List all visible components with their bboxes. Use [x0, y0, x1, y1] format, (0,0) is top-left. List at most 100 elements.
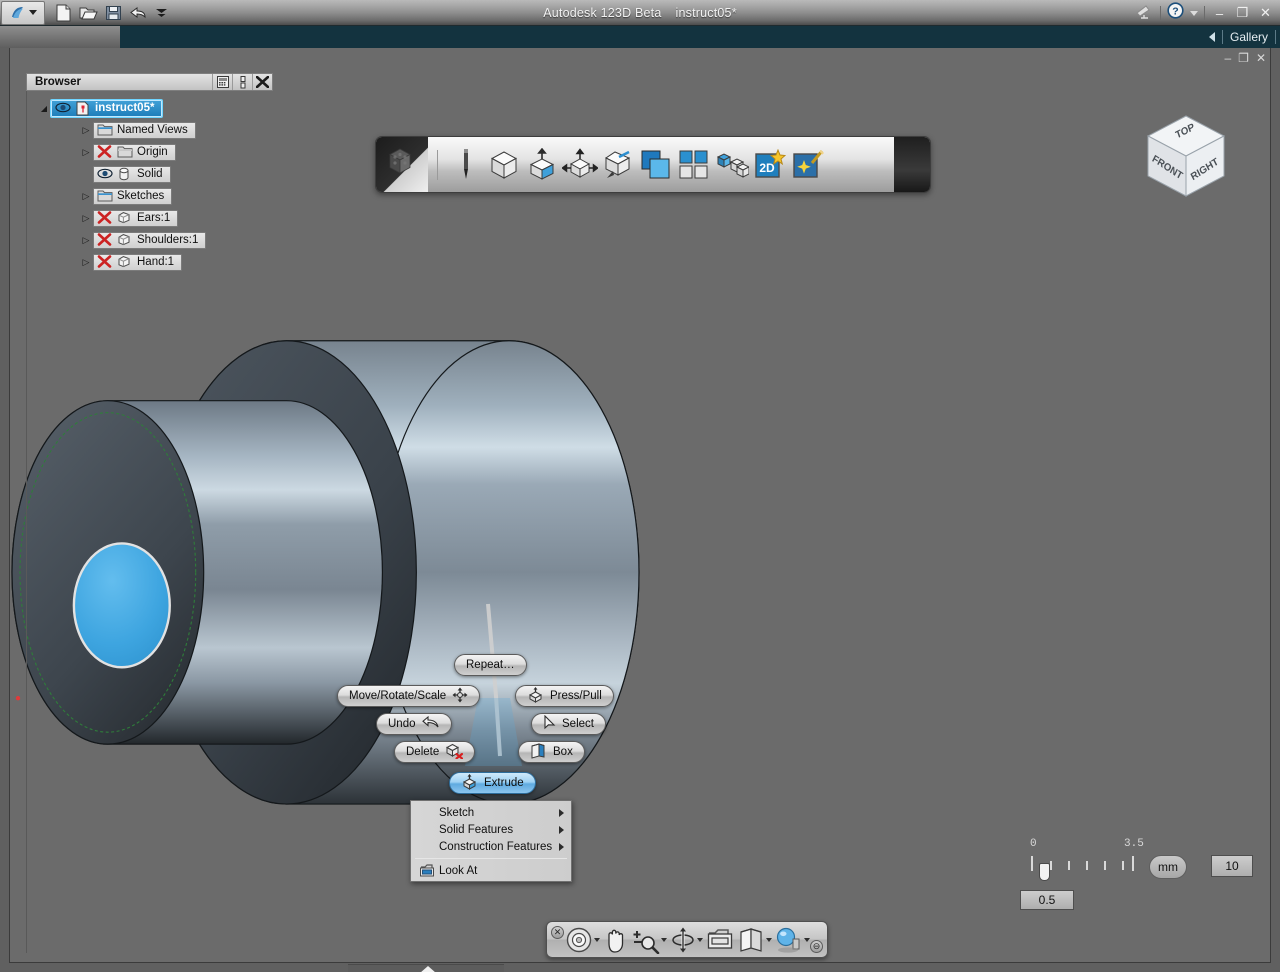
- 123d-cube-logo-icon[interactable]: [384, 146, 416, 183]
- minimize-button[interactable]: –: [1211, 6, 1228, 21]
- close-button[interactable]: ✕: [1257, 5, 1274, 21]
- open-icon[interactable]: [79, 4, 98, 22]
- tree-node-named-views[interactable]: ▷ Named Views: [27, 119, 273, 141]
- scale-value-field[interactable]: 0.5: [1020, 890, 1074, 910]
- construct-extrude-tool[interactable]: [523, 145, 561, 185]
- help-icon[interactable]: ?: [1167, 2, 1184, 24]
- sketch-tool[interactable]: [447, 145, 485, 185]
- steering-wheel-tool[interactable]: [565, 926, 600, 954]
- eye-visible-icon[interactable]: [97, 167, 113, 182]
- tree-node-sketches[interactable]: ▷ Sketches: [27, 185, 273, 207]
- marking-menu-item-select[interactable]: Select: [531, 713, 606, 735]
- assemble-tool[interactable]: [713, 145, 751, 185]
- marking-menu-item-delete[interactable]: Delete: [394, 741, 476, 763]
- context-menu-item-solid-features[interactable]: Solid Features: [411, 821, 571, 838]
- tree-chip[interactable]: Hand:1: [93, 253, 183, 271]
- marking-menu-item-undo[interactable]: Undo: [376, 713, 452, 735]
- marking-menu-item-box[interactable]: Box: [518, 741, 585, 763]
- satellite-icon[interactable]: [1135, 2, 1154, 24]
- marking-menu-item-press-pull[interactable]: Press/Pull: [515, 685, 614, 707]
- marking-menu-item-extrude[interactable]: Extrude: [449, 772, 536, 794]
- navbar-minimize-icon[interactable]: ⊖: [810, 940, 823, 953]
- tree-chip[interactable]: Named Views: [93, 121, 196, 139]
- navbar-close-icon[interactable]: ✕: [551, 926, 564, 939]
- tree-node-label: Sketches: [117, 190, 165, 202]
- browser-header-buttons: [212, 74, 272, 90]
- hidden-cross-icon[interactable]: [97, 232, 113, 248]
- drawing-2d-tool[interactable]: 2D: [751, 145, 789, 185]
- viewport-3d[interactable]: Browser ◢ instruct05* ▷ Named Views ▷ Or…: [10, 66, 1270, 962]
- eye-visible-icon[interactable]: [55, 101, 71, 116]
- marking-menu-item-repeat[interactable]: Repeat…: [454, 654, 527, 676]
- marking-menu-item-move-rotate-scale[interactable]: Move/Rotate/Scale: [337, 685, 481, 707]
- tree-chip[interactable]: Sketches: [93, 187, 173, 205]
- toolbar-brand[interactable]: [376, 137, 428, 192]
- hidden-cross-icon[interactable]: [97, 144, 113, 160]
- help-chevron-down-icon[interactable]: [1190, 10, 1198, 16]
- panel-resize-handle[interactable]: [348, 964, 504, 972]
- twisty-collapsed-icon[interactable]: ▷: [79, 257, 93, 268]
- zoom-level-field[interactable]: 10: [1211, 855, 1253, 877]
- twisty-collapsed-icon[interactable]: ▷: [79, 213, 93, 224]
- tree-chip[interactable]: Solid: [93, 165, 171, 183]
- tree-chip[interactable]: instruct05*: [51, 99, 163, 117]
- tree-chip[interactable]: Ears:1: [93, 209, 179, 227]
- twisty-collapsed-icon[interactable]: ▷: [79, 235, 93, 246]
- doc-minimize-button[interactable]: –: [1224, 51, 1231, 65]
- effects-tool[interactable]: [789, 145, 827, 185]
- gallery-left-tab[interactable]: [0, 26, 120, 48]
- chevron-down-icon[interactable]: [661, 937, 667, 942]
- scale-slider-handle[interactable]: [1039, 863, 1050, 881]
- application-menu-button[interactable]: [1, 0, 45, 25]
- grouping-tool[interactable]: [675, 145, 713, 185]
- tree-node-instruct05[interactable]: ◢ instruct05*: [27, 97, 273, 119]
- tree-node-hand[interactable]: ▷ Hand:1: [27, 251, 273, 273]
- pan-tool[interactable]: [603, 926, 629, 954]
- display-style-tool[interactable]: [737, 926, 772, 954]
- gallery-collapse-icon[interactable]: [1208, 32, 1215, 42]
- hidden-cross-icon[interactable]: [97, 210, 113, 226]
- tree-node-solid[interactable]: Solid: [27, 163, 273, 185]
- doc-restore-button[interactable]: ❐: [1238, 51, 1249, 65]
- restore-button[interactable]: ❐: [1234, 5, 1251, 21]
- chevron-down-icon[interactable]: [766, 937, 772, 942]
- view-cube[interactable]: TOP FRONT RIGHT: [1138, 108, 1234, 204]
- context-menu-item-look-at[interactable]: Look At: [411, 862, 571, 879]
- undo-icon[interactable]: [129, 4, 148, 22]
- browser-filter-icon[interactable]: [212, 74, 232, 90]
- chevron-down-icon[interactable]: [594, 937, 600, 942]
- customize-qat-icon[interactable]: [155, 6, 168, 20]
- hidden-cross-icon[interactable]: [97, 254, 113, 270]
- browser-close-icon[interactable]: [252, 74, 272, 90]
- zoom-tool[interactable]: [632, 926, 667, 954]
- workspace: – ❐ ✕ Browser ◢ instruct05* ▷ Named View…: [0, 48, 1280, 972]
- twisty-collapsed-icon[interactable]: ▷: [79, 147, 93, 158]
- tree-chip[interactable]: Shoulders:1: [93, 231, 207, 249]
- lighting-tool[interactable]: [775, 926, 810, 954]
- modify-transform-tool[interactable]: [561, 145, 599, 185]
- look-at-view-tool[interactable]: [706, 927, 734, 953]
- browser-settings-icon[interactable]: [232, 74, 252, 90]
- context-menu-item-construction-features[interactable]: Construction Features: [411, 838, 571, 855]
- tree-node-origin[interactable]: ▷ Origin: [27, 141, 273, 163]
- save-icon[interactable]: [105, 4, 122, 22]
- doc-close-button[interactable]: ✕: [1256, 51, 1266, 65]
- chevron-down-icon[interactable]: [804, 937, 810, 942]
- gallery-label[interactable]: Gallery: [1230, 30, 1268, 44]
- context-menu-item-sketch[interactable]: Sketch: [411, 804, 571, 821]
- twisty-expanded-icon[interactable]: ◢: [37, 104, 51, 113]
- pattern-sketch-tool[interactable]: [599, 145, 637, 185]
- combine-tool[interactable]: [637, 145, 675, 185]
- document-window-controls: – ❐ ✕: [1224, 51, 1266, 65]
- twisty-collapsed-icon[interactable]: ▷: [79, 191, 93, 202]
- new-icon[interactable]: [55, 4, 72, 22]
- scale-unit-button[interactable]: mm: [1149, 855, 1187, 879]
- tree-node-ears[interactable]: ▷ Ears:1: [27, 207, 273, 229]
- orbit-tool[interactable]: [670, 926, 703, 954]
- context-menu-label: Construction Features: [439, 840, 553, 853]
- tree-chip[interactable]: Origin: [93, 143, 176, 161]
- tree-node-shoulders[interactable]: ▷ Shoulders:1: [27, 229, 273, 251]
- twisty-collapsed-icon[interactable]: ▷: [79, 125, 93, 136]
- chevron-down-icon[interactable]: [697, 937, 703, 942]
- primitives-tool[interactable]: [485, 145, 523, 185]
